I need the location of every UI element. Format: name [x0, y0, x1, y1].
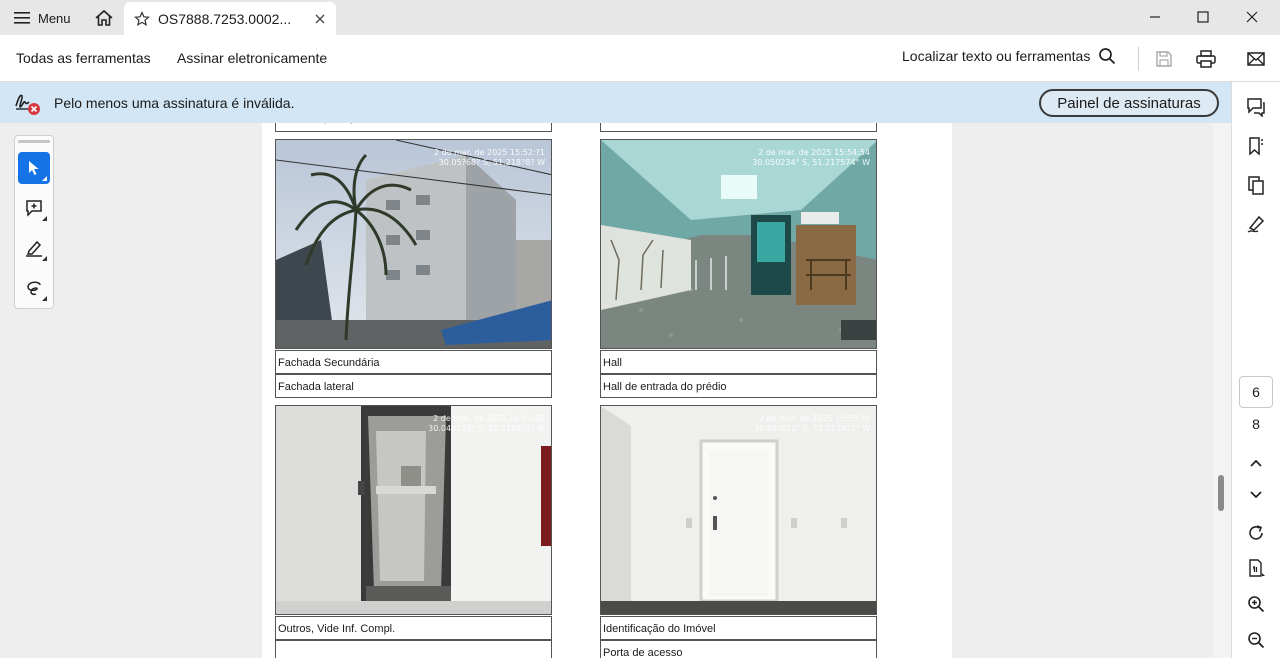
photo-description	[275, 640, 552, 658]
home-button[interactable]	[92, 6, 116, 30]
toolbar-divider	[1138, 47, 1139, 71]
current-page-input[interactable]: 6	[1239, 376, 1273, 408]
home-icon	[95, 9, 113, 26]
bookmarks-button[interactable]	[1243, 133, 1269, 159]
photo-description: Porta de acesso	[600, 640, 877, 658]
photo-timestamp: 2 de mar. de 2025 15:52:48 30.049123° S,…	[428, 414, 545, 433]
highlighter-icon	[26, 240, 42, 257]
close-tab-icon[interactable]	[314, 13, 326, 25]
photo-timestamp: 2 de mar. de 2025 15:52:?1 30.05?68? S, …	[433, 148, 545, 167]
tool-search-label: Localizar texto ou ferramentas	[902, 48, 1091, 64]
zoom-out-button[interactable]	[1243, 627, 1269, 653]
pages-icon	[1248, 176, 1264, 195]
main-toolbar: Todas as ferramentas Assinar eletronicam…	[0, 35, 1280, 82]
email-button[interactable]	[1243, 46, 1269, 72]
sign-electronically-link[interactable]: Assinar eletronicamente	[177, 50, 327, 66]
panel-grip[interactable]	[18, 140, 50, 143]
print-icon	[1196, 50, 1216, 68]
search-icon	[1099, 48, 1116, 65]
photo-timestamp: 2 de mar. de 2025 15:54:54 30.050234° S,…	[752, 148, 870, 167]
minimize-button[interactable]	[1132, 4, 1178, 30]
document-tab[interactable]: OS7888.7253.0002...	[124, 2, 336, 35]
pdf-page: Fachada principal Avenida Érico Veríssim…	[262, 123, 952, 658]
zoom-in-button[interactable]	[1243, 591, 1269, 617]
zoom-out-icon	[1248, 632, 1265, 649]
bookmark-icon	[1249, 137, 1263, 156]
quick-tools-panel	[14, 135, 54, 309]
right-sidebar: 6 8	[1231, 82, 1280, 658]
star-icon[interactable]	[134, 10, 150, 27]
cursor-icon	[29, 161, 39, 175]
menu-button[interactable]: Menu	[8, 6, 77, 30]
signatures-button[interactable]	[1243, 211, 1269, 237]
page-fit-icon	[1249, 559, 1265, 577]
photo-door: 2 de mar. de 2025 15:55:?0 30.05?012° S,…	[600, 405, 877, 615]
comment-add-icon	[26, 200, 42, 217]
photo-description: Fachada lateral	[275, 374, 552, 398]
vertical-scrollbar[interactable]	[1213, 123, 1231, 658]
comments-button[interactable]	[1243, 94, 1269, 120]
mail-icon	[1247, 52, 1265, 66]
add-comment-tool[interactable]	[18, 192, 50, 224]
photo-description: Hall de entrada do prédio	[600, 374, 877, 398]
tab-title: OS7888.7253.0002...	[158, 10, 292, 27]
photo-timestamp: 2 de mar. de 2025 15:55:?0 30.05?012° S,…	[754, 414, 870, 433]
print-button[interactable]	[1193, 46, 1219, 72]
signature-panel-button[interactable]: Painel de assinaturas	[1039, 89, 1219, 117]
photo-title: Hall	[600, 350, 877, 374]
maximize-button[interactable]	[1180, 4, 1226, 30]
save-icon	[1156, 51, 1172, 67]
chevron-down-icon	[1250, 491, 1262, 499]
next-page-button[interactable]	[1243, 482, 1269, 508]
close-window-button[interactable]	[1229, 4, 1275, 30]
save-button[interactable]	[1151, 46, 1177, 72]
pages-button[interactable]	[1243, 172, 1269, 198]
previous-caption-right: Avenida Érico Veríssimo	[600, 123, 877, 132]
chevron-up-icon	[1250, 459, 1262, 467]
document-viewer[interactable]: Fachada principal Avenida Érico Veríssim…	[0, 123, 1231, 658]
hamburger-icon	[14, 12, 30, 24]
comments-icon	[1247, 98, 1265, 117]
invalid-signature-icon	[15, 94, 40, 115]
page-fit-button[interactable]	[1243, 555, 1269, 581]
close-icon	[1246, 11, 1258, 23]
maximize-icon	[1197, 11, 1209, 23]
draw-tool[interactable]	[18, 272, 50, 304]
photo-facade-secondary: 2 de mar. de 2025 15:52:?1 30.05?68? S, …	[275, 139, 552, 349]
photo-elevator: 2 de mar. de 2025 15:52:48 30.049123° S,…	[275, 405, 552, 615]
rotate-icon	[1249, 525, 1263, 540]
tool-search[interactable]: Localizar texto ou ferramentas	[902, 47, 1116, 65]
zoom-in-icon	[1248, 596, 1265, 613]
select-tool[interactable]	[18, 152, 50, 184]
pen-signature-icon	[1247, 215, 1265, 233]
freehand-icon	[27, 281, 41, 296]
photo-title: Fachada Secundária	[275, 350, 552, 374]
menu-label: Menu	[38, 10, 71, 26]
highlight-tool[interactable]	[18, 232, 50, 264]
photo-title: Outros, Vide Inf. Compl.	[275, 616, 552, 640]
title-bar: Menu OS7888.7253.0002...	[0, 0, 1280, 35]
rotate-button[interactable]	[1243, 520, 1269, 546]
total-pages: 8	[1252, 416, 1260, 432]
signature-banner: Pelo menos uma assinatura é inválida. Pa…	[0, 82, 1231, 123]
minimize-icon	[1150, 16, 1160, 18]
scrollbar-thumb[interactable]	[1218, 475, 1224, 511]
signature-message: Pelo menos uma assinatura é inválida.	[54, 95, 295, 111]
previous-caption-left: Fachada principal	[275, 123, 552, 132]
photo-hall: 2 de mar. de 2025 15:54:54 30.050234° S,…	[600, 139, 877, 349]
all-tools-link[interactable]: Todas as ferramentas	[16, 50, 151, 66]
photo-title: Identificação do Imóvel	[600, 616, 877, 640]
previous-page-button[interactable]	[1243, 450, 1269, 476]
